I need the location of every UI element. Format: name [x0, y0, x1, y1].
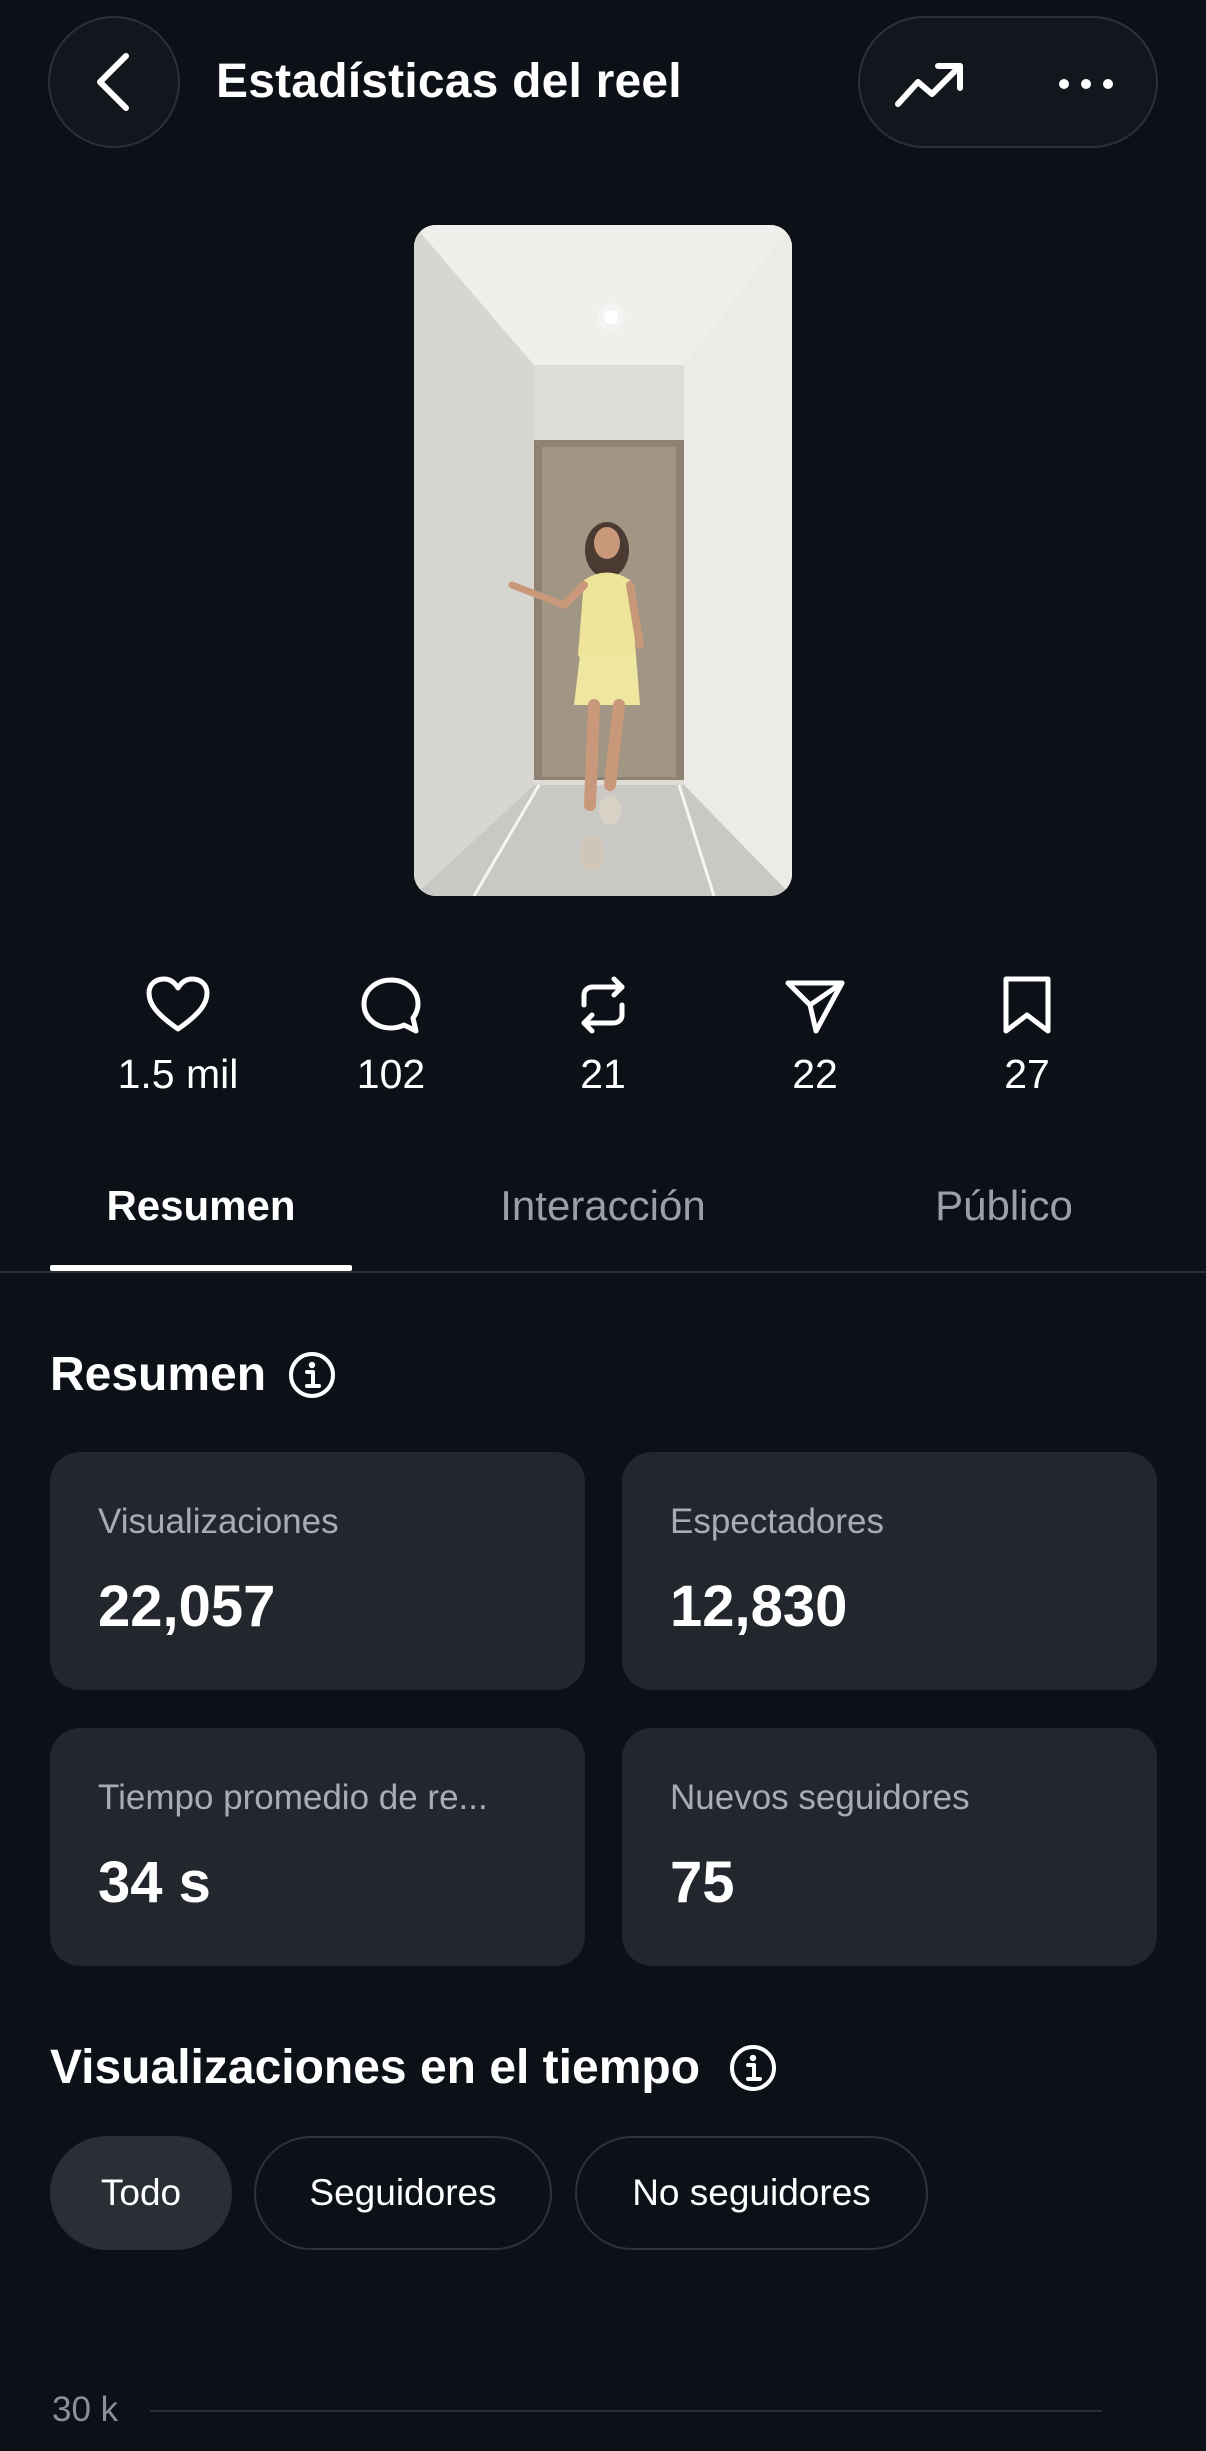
bookmark-icon	[1003, 976, 1051, 1034]
viewers-card[interactable]: Espectadores 12,830	[622, 1452, 1157, 1690]
reposts-stat: 21	[513, 975, 693, 1099]
saves-stat: 27	[937, 975, 1117, 1099]
filter-no-seguidores[interactable]: No seguidores	[575, 2136, 928, 2250]
video-thumbnail[interactable]	[414, 225, 792, 896]
views-card[interactable]: Visualizaciones 22,057	[50, 1452, 585, 1690]
shares-count: 22	[792, 1051, 838, 1097]
comments-stat: 102	[301, 975, 481, 1099]
tab-interaccion[interactable]: Interacción	[453, 1178, 753, 1234]
info-icon[interactable]	[287, 1350, 337, 1400]
reposts-count: 21	[580, 1051, 626, 1097]
header-actions	[858, 16, 1158, 148]
views-label: Visualizaciones	[98, 1502, 339, 1541]
tab-resumen[interactable]: Resumen	[50, 1178, 352, 1234]
more-horizontal-icon[interactable]	[1056, 68, 1116, 100]
chart-gridline	[150, 2410, 1102, 2412]
views-over-time-title: Visualizaciones en el tiempo	[50, 2041, 701, 2094]
likes-stat: 1.5 mil	[88, 975, 268, 1099]
back-button[interactable]	[48, 16, 180, 148]
info-icon[interactable]	[728, 2043, 778, 2093]
filter-todo[interactable]: Todo	[50, 2136, 232, 2250]
heart-icon	[146, 976, 210, 1032]
viewers-value: 12,830	[670, 1574, 848, 1639]
comment-icon	[361, 977, 421, 1034]
send-icon	[785, 980, 845, 1034]
summary-title: Resumen	[50, 1348, 267, 1401]
page-title: Estadísticas del reel	[216, 55, 682, 108]
tabs-divider	[0, 1271, 1206, 1273]
chevron-left-icon	[97, 53, 129, 111]
y-axis-tick: 30 k	[52, 2390, 119, 2429]
avg-watch-time-value: 34 s	[98, 1850, 211, 1915]
likes-count: 1.5 mil	[117, 1051, 239, 1097]
avg-watch-time-label: Tiempo promedio de re...	[98, 1778, 488, 1817]
avg-watch-time-card[interactable]: Tiempo promedio de re... 34 s	[50, 1728, 585, 1966]
repost-icon	[581, 976, 625, 1034]
tab-publico[interactable]: Público	[854, 1178, 1154, 1234]
new-followers-card[interactable]: Nuevos seguidores 75	[622, 1728, 1157, 1966]
saves-count: 27	[1004, 1051, 1050, 1097]
viewers-label: Espectadores	[670, 1502, 885, 1541]
trending-up-icon[interactable]	[894, 58, 966, 110]
filter-seguidores[interactable]: Seguidores	[254, 2136, 552, 2250]
shares-stat: 22	[725, 975, 905, 1099]
views-value: 22,057	[98, 1574, 276, 1639]
new-followers-label: Nuevos seguidores	[670, 1778, 970, 1817]
comments-count: 102	[356, 1051, 426, 1097]
reel-insights-screen: Estadísticas del reel 1.5 mil 102 21 22 …	[0, 0, 1206, 2451]
new-followers-value: 75	[670, 1850, 735, 1915]
